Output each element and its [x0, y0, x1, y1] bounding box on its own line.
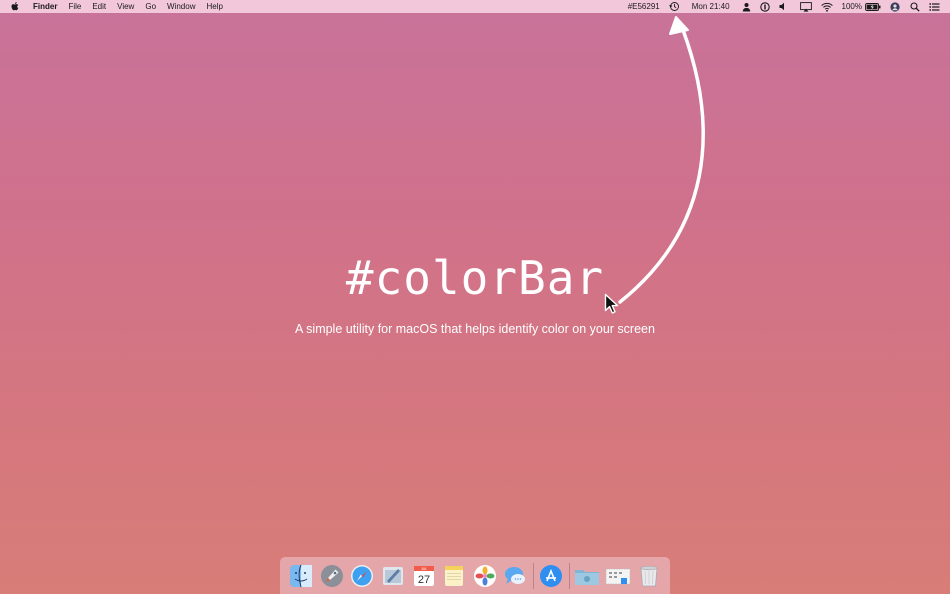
notification-center-icon[interactable]	[929, 2, 940, 12]
app-store-icon[interactable]	[538, 563, 564, 589]
mouse-cursor-icon	[604, 293, 620, 320]
user-avatar-icon[interactable]	[890, 1, 900, 12]
calendar-icon[interactable]: JUL 27	[411, 563, 437, 589]
airplay-icon[interactable]	[799, 1, 812, 12]
password-manager-icon[interactable]	[759, 1, 770, 12]
menu-help[interactable]: Help	[206, 0, 222, 13]
menu-clock[interactable]: Mon 21:40	[692, 0, 730, 13]
menu-bar: Finder File Edit View Go Window Help #E5…	[0, 0, 950, 13]
dock: JUL 27	[280, 557, 670, 594]
mail-icon[interactable]	[380, 563, 406, 589]
spotlight-search-icon[interactable]	[910, 1, 920, 12]
messages-icon[interactable]	[502, 563, 528, 589]
menu-bar-left: Finder File Edit View Go Window Help	[0, 0, 234, 13]
launchpad-icon[interactable]	[319, 563, 345, 589]
calendar-month: JUL	[420, 567, 426, 571]
photos-icon[interactable]	[472, 563, 498, 589]
app-subtitle: A simple utility for macOS that helps id…	[295, 322, 655, 336]
volume-icon[interactable]	[779, 2, 788, 11]
menu-window[interactable]: Window	[167, 0, 195, 13]
user-icon[interactable]	[742, 2, 751, 12]
apple-menu-icon[interactable]	[10, 1, 21, 12]
menu-go[interactable]: Go	[145, 0, 156, 13]
colorbar-hex-value[interactable]: #E56291	[628, 0, 660, 13]
menu-edit[interactable]: Edit	[92, 0, 106, 13]
notes-icon[interactable]	[441, 563, 467, 589]
safari-icon[interactable]	[349, 563, 375, 589]
menu-file[interactable]: File	[68, 0, 81, 13]
menu-app-name[interactable]: Finder	[33, 0, 57, 13]
calendar-day: 27	[417, 574, 429, 586]
screenshot-icon[interactable]	[605, 563, 631, 589]
menu-bar-extras: #E56291 Mon 21:40 100%	[619, 0, 950, 13]
downloads-folder-icon[interactable]	[574, 563, 600, 589]
battery-percent: 100%	[841, 2, 862, 11]
trash-icon[interactable]	[636, 563, 662, 589]
app-title: #colorBar	[345, 251, 605, 305]
battery-icon[interactable]	[865, 2, 881, 11]
dock-separator	[568, 562, 570, 589]
time-machine-icon[interactable]	[668, 1, 680, 12]
dock-separator	[532, 562, 534, 589]
menu-view[interactable]: View	[117, 0, 134, 13]
finder-icon[interactable]	[288, 563, 314, 589]
wifi-icon[interactable]	[820, 2, 833, 12]
